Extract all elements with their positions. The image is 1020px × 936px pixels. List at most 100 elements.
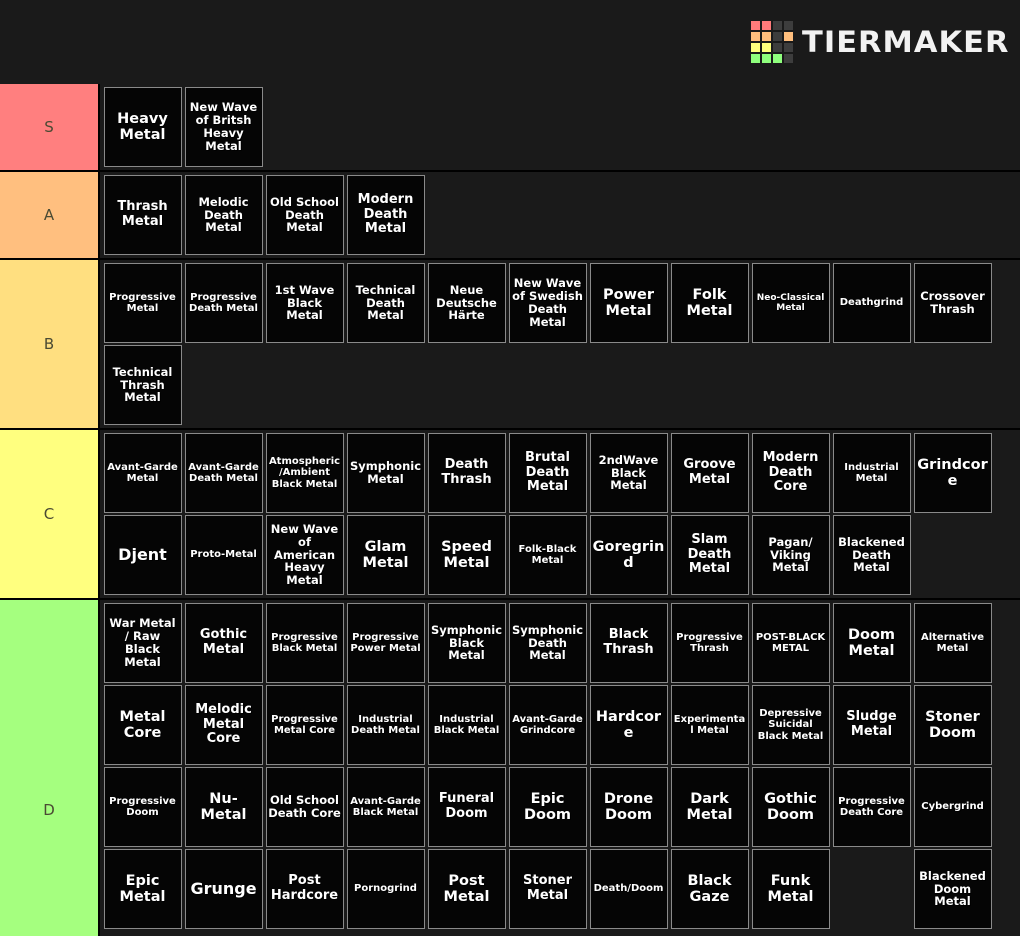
tier-item[interactable]: Industrial Death Metal — [346, 685, 425, 765]
tier-item[interactable]: Neue Deutsche Härte — [427, 263, 506, 343]
tier-item[interactable]: Funk Metal — [751, 849, 830, 929]
tier-item[interactable]: Metal Core — [103, 685, 182, 765]
tier-item[interactable]: Crossover Thrash — [913, 263, 992, 343]
tier-item[interactable]: Progressive Metal — [103, 263, 182, 343]
tier-item[interactable]: Brutal Death Metal — [508, 433, 587, 513]
tier-item[interactable]: Black Gaze — [670, 849, 749, 929]
tier-item[interactable]: Heavy Metal — [103, 87, 182, 167]
tier-item[interactable]: Epic Metal — [103, 849, 182, 929]
tier-item[interactable]: Industrial Black Metal — [427, 685, 506, 765]
tier-item[interactable]: Avant-Garde Metal — [103, 433, 182, 513]
tier-row-d: D War Metal / Raw Black Metal Gothic Metal… — [0, 600, 1020, 936]
tier-item[interactable]: Cybergrind — [913, 767, 992, 847]
tier-item[interactable]: Avant-Garde Death Metal — [184, 433, 263, 513]
tier-item-label: Neue Deutsche Härte — [436, 282, 497, 323]
tier-item[interactable]: 2ndWave Black Metal — [589, 433, 668, 513]
tier-item[interactable]: Grunge — [184, 849, 263, 929]
tier-item[interactable]: Neo-Classical Metal — [751, 263, 830, 343]
tier-item-label: Post Metal — [443, 872, 490, 905]
tier-item[interactable]: Experimental Metal — [670, 685, 749, 765]
tier-item[interactable]: Drone Doom — [589, 767, 668, 847]
tier-item[interactable]: Dark Metal — [670, 767, 749, 847]
tier-item[interactable]: Epic Doom — [508, 767, 587, 847]
tier-item[interactable]: Progressive Thrash — [670, 603, 749, 683]
logo-cell-yellow — [762, 43, 772, 52]
tier-item[interactable]: Symphonic Death Metal — [508, 603, 587, 683]
tier-item-label: Djent — [118, 545, 167, 565]
tier-item[interactable]: Progressive Black Metal — [265, 603, 344, 683]
tier-item[interactable]: Progressive Power Metal — [346, 603, 425, 683]
tier-item[interactable]: Power Metal — [589, 263, 668, 343]
tier-item[interactable]: 1st Wave Black Metal — [265, 263, 344, 343]
tier-item[interactable]: Gothic Doom — [751, 767, 830, 847]
tier-item[interactable]: Stoner Metal — [508, 849, 587, 929]
tier-item[interactable]: Black Thrash — [589, 603, 668, 683]
tier-item[interactable]: Avant-Garde Grindcore — [508, 685, 587, 765]
tier-item[interactable]: Djent — [103, 515, 182, 595]
tier-item[interactable]: Thrash Metal — [103, 175, 182, 255]
tier-item[interactable]: Deathgrind — [832, 263, 911, 343]
tier-label-d[interactable]: D — [0, 600, 100, 936]
tier-item[interactable]: New Wave of Swedish Death Metal — [508, 263, 587, 343]
tier-item[interactable]: Stoner Doom — [913, 685, 992, 765]
tier-item[interactable]: Modern Death Metal — [346, 175, 425, 255]
tier-item[interactable]: Nu-Metal — [184, 767, 263, 847]
tier-item[interactable]: Melodic Metal Core — [184, 685, 263, 765]
tier-item[interactable]: Proto-Metal — [184, 515, 263, 595]
tier-item[interactable]: Post Metal — [427, 849, 506, 929]
tier-item[interactable]: Gothic Metal — [184, 603, 263, 683]
tier-rows-container: S Heavy Metal New Wave of Britsh Heavy Met… — [0, 84, 1020, 936]
tier-item[interactable]: Glam Metal — [346, 515, 425, 595]
tier-item[interactable]: Alternative Metal — [913, 603, 992, 683]
tier-item[interactable]: Progressive Death Metal — [184, 263, 263, 343]
tiermaker-brand[interactable]: TIERMAKER — [751, 20, 1009, 64]
tier-item[interactable]: Progressive Metal Core — [265, 685, 344, 765]
tier-item[interactable]: Goregrind — [589, 515, 668, 595]
tier-item[interactable]: Pornogrind — [346, 849, 425, 929]
tier-item[interactable]: Funeral Doom — [427, 767, 506, 847]
tier-item[interactable]: Slam Death Metal — [670, 515, 749, 595]
tier-item[interactable]: Industrial Metal — [832, 433, 911, 513]
tier-item[interactable]: Old School Death Core — [265, 767, 344, 847]
tier-item[interactable]: Sludge Metal — [832, 685, 911, 765]
tier-item[interactable]: Grindcore — [913, 433, 992, 513]
tier-item[interactable]: Avant-Garde Black Metal — [346, 767, 425, 847]
tier-label-s[interactable]: S — [0, 84, 100, 170]
tier-item[interactable]: Modern Death Core — [751, 433, 830, 513]
tier-item[interactable]: Progressive Doom — [103, 767, 182, 847]
tier-item[interactable]: Progressive Death Core — [832, 767, 911, 847]
tier-item[interactable]: Folk-Black Metal — [508, 515, 587, 595]
tier-item[interactable]: Technical Thrash Metal — [103, 345, 182, 425]
tier-item[interactable]: Speed Metal — [427, 515, 506, 595]
tier-item[interactable]: Blackened Death Metal — [832, 515, 911, 595]
tier-item[interactable]: Doom Metal — [832, 603, 911, 683]
tier-item[interactable]: Technical Death Metal — [346, 263, 425, 343]
tier-item[interactable]: Depressive Suicidal Black Metal — [751, 685, 830, 765]
tier-item[interactable]: War Metal / Raw Black Metal — [103, 603, 182, 683]
tier-label-a[interactable]: A — [0, 172, 100, 258]
tier-item[interactable]: Post Hardcore — [265, 849, 344, 929]
tier-item[interactable]: New Wave of American Heavy Metal — [265, 515, 344, 595]
tier-item[interactable]: Melodic Death Metal — [184, 175, 263, 255]
tier-label-b[interactable]: B — [0, 260, 100, 428]
tier-item-label: Progressive Death Core — [838, 795, 905, 818]
tier-item[interactable]: Atmospheric /Ambient Black Metal — [265, 433, 344, 513]
logo-cell-orange — [762, 32, 772, 41]
tier-item[interactable]: Symphonic Metal — [346, 433, 425, 513]
tier-item[interactable]: Pagan/ Viking Metal — [751, 515, 830, 595]
tier-item[interactable]: Hardcore — [589, 685, 668, 765]
tier-label-c[interactable]: C — [0, 430, 100, 598]
tier-item[interactable]: New Wave of Britsh Heavy Metal — [184, 87, 263, 167]
tier-item[interactable]: Death Thrash — [427, 433, 506, 513]
tier-item[interactable]: Symphonic Black Metal — [427, 603, 506, 683]
tier-item-label: Pornogrind — [354, 883, 417, 895]
tier-item-label: Depressive Suicidal Black Metal — [757, 708, 824, 742]
tier-item-label: Atmospheric /Ambient Black Metal — [268, 456, 341, 490]
tier-item[interactable]: Blackened Doom Metal — [913, 849, 992, 929]
tier-item-label: Post Hardcore — [270, 873, 339, 903]
tier-item[interactable]: Groove Metal — [670, 433, 749, 513]
tier-item[interactable]: Old School Death Metal — [265, 175, 344, 255]
tier-item[interactable]: Folk Metal — [670, 263, 749, 343]
tier-item[interactable]: POST-BLACK METAL — [751, 603, 830, 683]
tier-item[interactable]: Death/Doom — [589, 849, 668, 929]
